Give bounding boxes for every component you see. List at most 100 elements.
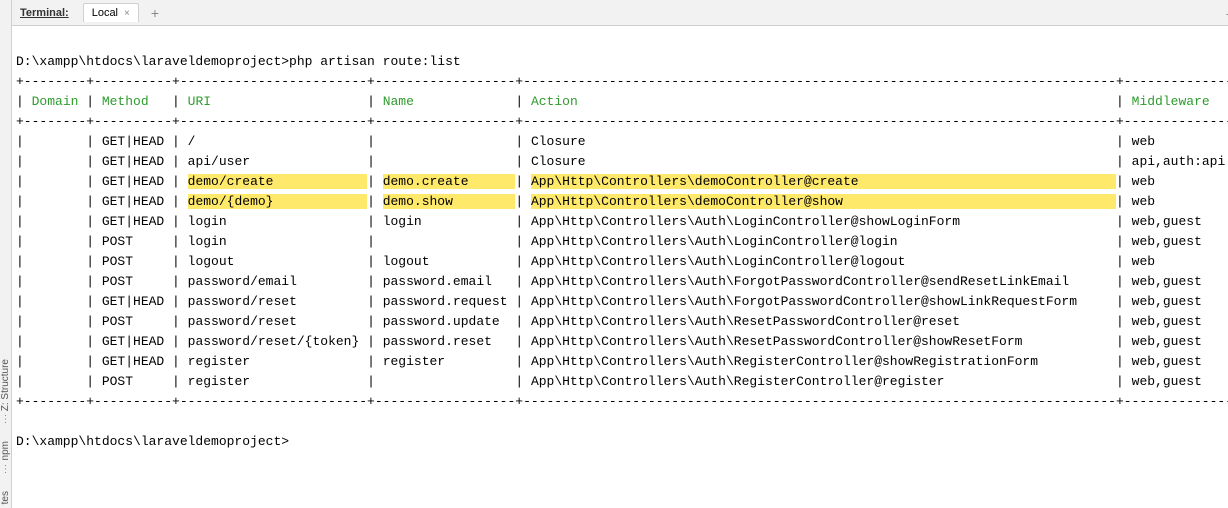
cell-name: logout: [383, 254, 516, 269]
cell-domain: [32, 174, 87, 189]
cell-uri: login: [188, 234, 367, 249]
cell-uri: register: [188, 354, 367, 369]
cell-action: Closure: [531, 134, 1116, 149]
cell-action: App\Http\Controllers\Auth\LoginControlle…: [531, 254, 1116, 269]
prompt-line: D:\xampp\htdocs\laraveldemoproject>php a…: [16, 32, 1228, 72]
cell-method: GET|HEAD: [102, 294, 172, 309]
cell-action: App\Http\Controllers\Auth\ResetPasswordC…: [531, 334, 1116, 349]
table-separator: +--------+----------+-------------------…: [16, 72, 1228, 92]
terminal-output[interactable]: D:\xampp\htdocs\laraveldemoproject>php a…: [12, 26, 1228, 508]
cell-uri: password/email: [188, 274, 367, 289]
terminal-title: Terminal:: [20, 7, 69, 19]
cell-uri: logout: [188, 254, 367, 269]
cell-domain: [32, 154, 87, 169]
cell-method: POST: [102, 234, 172, 249]
cell-name: password.email: [383, 274, 516, 289]
cell-domain: [32, 134, 87, 149]
cell-action: App\Http\Controllers\Auth\RegisterContro…: [531, 374, 1116, 389]
cell-middleware: web: [1132, 194, 1228, 209]
cell-middleware: web: [1132, 174, 1228, 189]
add-tab-button[interactable]: +: [145, 5, 165, 21]
cell-name: demo.show: [383, 194, 516, 209]
table-row: | | GET|HEAD | api/user | | Closure | ap…: [16, 152, 1228, 172]
cell-middleware: web,guest: [1132, 354, 1228, 369]
cell-action: App\Http\Controllers\Auth\LoginControlle…: [531, 234, 1116, 249]
cell-action: App\Http\Controllers\Auth\LoginControlle…: [531, 214, 1116, 229]
terminal-tabbar: Terminal: Local × + — ✶: [12, 0, 1228, 26]
gutter-dots-icon: ⋮: [1, 467, 11, 473]
table-separator: +--------+----------+-------------------…: [16, 112, 1228, 132]
cell-middleware: web,guest: [1132, 294, 1228, 309]
table-row: | | POST | password/reset | password.upd…: [16, 312, 1228, 332]
cell-domain: [32, 214, 87, 229]
table-row: | | POST | register | | App\Http\Control…: [16, 372, 1228, 392]
gutter-label-tes[interactable]: tes: [0, 491, 11, 504]
prompt-line: D:\xampp\htdocs\laraveldemoproject>: [16, 432, 1228, 452]
cell-name: register: [383, 354, 516, 369]
cell-method: GET|HEAD: [102, 354, 172, 369]
cell-uri: password/reset: [188, 294, 367, 309]
cell-method: GET|HEAD: [102, 194, 172, 209]
table-row: | | POST | login | | App\Http\Controller…: [16, 232, 1228, 252]
cell-action: App\Http\Controllers\demoController@crea…: [531, 174, 1116, 189]
cell-middleware: web,guest: [1132, 314, 1228, 329]
cell-domain: [32, 334, 87, 349]
cell-name: demo.create: [383, 174, 516, 189]
cell-action: Closure: [531, 154, 1116, 169]
cell-name: [383, 234, 516, 249]
terminal-tab-local[interactable]: Local ×: [83, 3, 139, 22]
cell-name: password.request: [383, 294, 516, 309]
left-tool-gutter: Z: Structure ⋮ npm ⋮ tes: [0, 0, 12, 508]
cell-method: POST: [102, 254, 172, 269]
gutter-dots-icon: ⋮: [1, 417, 11, 423]
table-row: | | POST | logout | logout | App\Http\Co…: [16, 252, 1228, 272]
col-header-domain: Domain: [32, 94, 87, 109]
cell-action: App\Http\Controllers\Auth\RegisterContro…: [531, 354, 1116, 369]
cell-domain: [32, 314, 87, 329]
cell-uri: demo/create: [188, 174, 367, 189]
cell-middleware: web,guest: [1132, 234, 1228, 249]
cell-middleware: api,auth:api: [1132, 154, 1228, 169]
cell-middleware: web: [1132, 254, 1228, 269]
cell-name: [383, 154, 516, 169]
cell-action: App\Http\Controllers\Auth\ForgotPassword…: [531, 294, 1116, 309]
cell-method: GET|HEAD: [102, 134, 172, 149]
close-tab-icon[interactable]: ×: [124, 8, 130, 19]
cell-action: App\Http\Controllers\Auth\ForgotPassword…: [531, 274, 1116, 289]
cell-uri: /: [188, 134, 367, 149]
cell-action: App\Http\Controllers\Auth\ResetPasswordC…: [531, 314, 1116, 329]
cell-middleware: web,guest: [1132, 334, 1228, 349]
cell-method: GET|HEAD: [102, 214, 172, 229]
cell-name: [383, 134, 516, 149]
col-header-uri: URI: [188, 94, 367, 109]
cell-domain: [32, 274, 87, 289]
gutter-label-npm[interactable]: npm: [0, 441, 11, 460]
cell-method: GET|HEAD: [102, 334, 172, 349]
table-row: | | GET|HEAD | login | login | App\Http\…: [16, 212, 1228, 232]
cell-method: POST: [102, 274, 172, 289]
cell-name: password.reset: [383, 334, 516, 349]
cell-name: [383, 374, 516, 389]
table-row: | | GET|HEAD | / | | Closure | web |: [16, 132, 1228, 152]
cell-name: login: [383, 214, 516, 229]
cell-domain: [32, 254, 87, 269]
table-row: | | GET|HEAD | demo/{demo} | demo.show |…: [16, 192, 1228, 212]
cell-domain: [32, 354, 87, 369]
cell-method: POST: [102, 314, 172, 329]
cell-domain: [32, 234, 87, 249]
cell-middleware: web,guest: [1132, 274, 1228, 289]
cell-domain: [32, 294, 87, 309]
table-row: | | GET|HEAD | password/reset | password…: [16, 292, 1228, 312]
cell-name: password.update: [383, 314, 516, 329]
table-row: | | GET|HEAD | register | register | App…: [16, 352, 1228, 372]
gutter-label-structure[interactable]: Z: Structure: [0, 359, 11, 411]
cell-middleware: web,guest: [1132, 214, 1228, 229]
table-separator: +--------+----------+-------------------…: [16, 392, 1228, 412]
cell-domain: [32, 374, 87, 389]
cell-uri: demo/{demo}: [188, 194, 367, 209]
col-header-middleware: Middleware: [1132, 94, 1228, 109]
cell-action: App\Http\Controllers\demoController@show: [531, 194, 1116, 209]
terminal-tab-label: Local: [92, 7, 118, 19]
cell-uri: login: [188, 214, 367, 229]
table-row: | | GET|HEAD | demo/create | demo.create…: [16, 172, 1228, 192]
